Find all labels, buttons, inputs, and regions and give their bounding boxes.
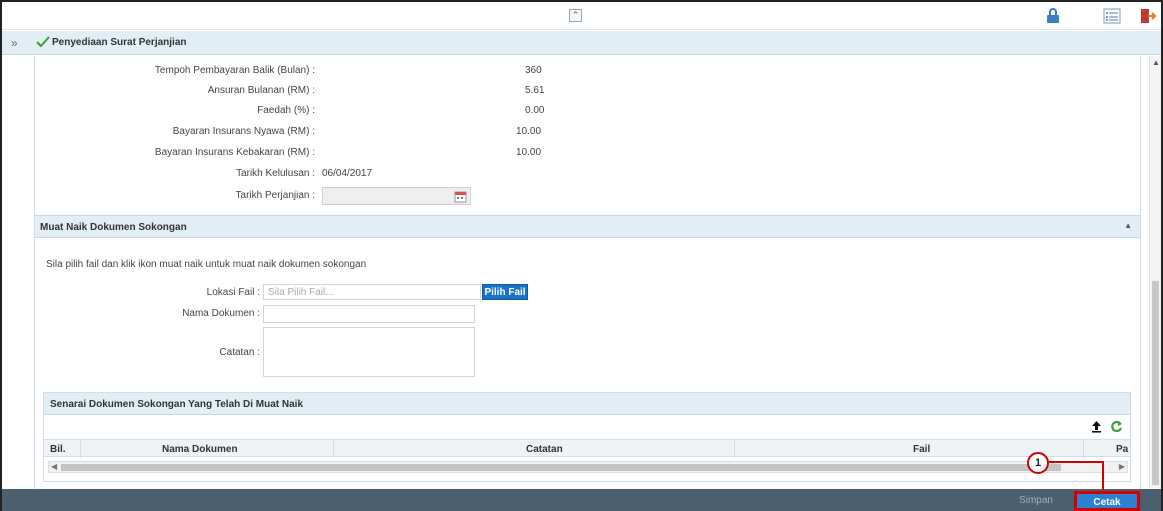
horizontal-scrollbar[interactable]: ◀ ▶: [48, 461, 1128, 473]
callout-marker: 1: [1027, 452, 1049, 474]
column-pa[interactable]: Pa: [1116, 444, 1128, 455]
column-divider: [80, 440, 81, 458]
scrollbar-thumb[interactable]: [61, 464, 1061, 471]
print-button[interactable]: Cetak: [1074, 491, 1140, 511]
document-name-input[interactable]: [263, 305, 475, 323]
save-button[interactable]: Simpan: [1012, 493, 1060, 509]
bottom-action-bar: Simpan Cetak: [2, 489, 1161, 511]
vertical-scrollbar-thumb[interactable]: [1152, 281, 1159, 485]
column-catatan[interactable]: Catatan: [526, 444, 563, 455]
choose-file-button[interactable]: Pilih Fail: [482, 284, 528, 300]
double-chevron-right-icon[interactable]: »: [11, 36, 18, 50]
upload-icon[interactable]: [1090, 420, 1103, 433]
checkmark-icon: [36, 36, 50, 48]
grid-header: Bil. Nama Dokumen Catatan Fail Pa: [44, 439, 1130, 458]
list-title: Senarai Dokumen Sokongan Yang Telah Di M…: [50, 399, 304, 410]
notes-textarea[interactable]: [263, 327, 475, 377]
section-header: » Penyediaan Surat Perjanjian: [2, 31, 1161, 55]
collapse-up-icon[interactable]: ⌃: [569, 9, 582, 22]
user-lock-icon[interactable]: [1044, 7, 1062, 25]
agreement-date-input[interactable]: [322, 187, 471, 205]
field-value: 5.61: [525, 85, 545, 96]
collapse-arrow-icon[interactable]: ▲: [1124, 221, 1132, 230]
field-value: 360: [525, 65, 542, 76]
list-view-icon[interactable]: [1103, 7, 1121, 25]
notes-label: Catatan :: [219, 347, 260, 358]
column-fail[interactable]: Fail: [913, 444, 930, 455]
field-label: Ansuran Bulanan (RM) :: [207, 85, 315, 96]
field-label: Tarikh Perjanjian :: [235, 190, 315, 201]
column-bil[interactable]: Bil.: [50, 444, 66, 455]
scroll-left-icon[interactable]: ◀: [51, 462, 57, 471]
file-location-label: Lokasi Fail :: [206, 287, 260, 298]
upload-panel-title: Muat Naik Dokumen Sokongan: [40, 222, 187, 233]
field-label: Bayaran Insurans Kebakaran (RM) :: [154, 147, 315, 158]
vertical-scrollbar[interactable]: ▲: [1149, 56, 1161, 488]
file-location-input[interactable]: Sila Pilih Fail...: [263, 284, 481, 300]
logout-icon[interactable]: [1139, 7, 1157, 25]
field-label: Tempoh Pembayaran Balik (Bulan) :: [154, 65, 315, 76]
list-header: Senarai Dokumen Sokongan Yang Telah Di M…: [44, 393, 1130, 415]
field-value: 0.00: [525, 105, 545, 116]
callout-line: [1102, 461, 1104, 490]
upload-panel-header[interactable]: Muat Naik Dokumen Sokongan ▲: [35, 215, 1140, 238]
scroll-up-icon[interactable]: ▲: [1152, 58, 1160, 67]
field-label: Bayaran Insurans Nyawa (RM) :: [172, 126, 315, 137]
field-value: 10.00: [516, 147, 542, 158]
top-toolbar: ⌃: [2, 2, 1161, 30]
column-divider: [1083, 440, 1084, 458]
field-value: 10.00: [516, 126, 542, 137]
approval-date: 06/04/2017: [322, 168, 373, 179]
column-nama-dokumen[interactable]: Nama Dokumen: [162, 444, 238, 455]
section-title: Penyediaan Surat Perjanjian: [52, 37, 187, 48]
document-name-label: Nama Dokumen :: [182, 308, 260, 319]
field-label: Tarikh Kelulusan :: [236, 168, 315, 179]
scroll-right-icon[interactable]: ▶: [1119, 462, 1125, 471]
column-divider: [333, 440, 334, 458]
column-divider: [734, 440, 735, 458]
uploaded-documents-list: Senarai Dokumen Sokongan Yang Telah Di M…: [43, 392, 1131, 482]
calendar-icon[interactable]: [454, 190, 467, 203]
refresh-icon[interactable]: [1110, 420, 1123, 433]
list-toolbar: [44, 415, 1130, 439]
callout-line: [1049, 461, 1104, 463]
upload-instruction: Sila pilih fail dan klik ikon muat naik …: [46, 259, 367, 270]
field-label: Faedah (%) :: [257, 105, 315, 116]
